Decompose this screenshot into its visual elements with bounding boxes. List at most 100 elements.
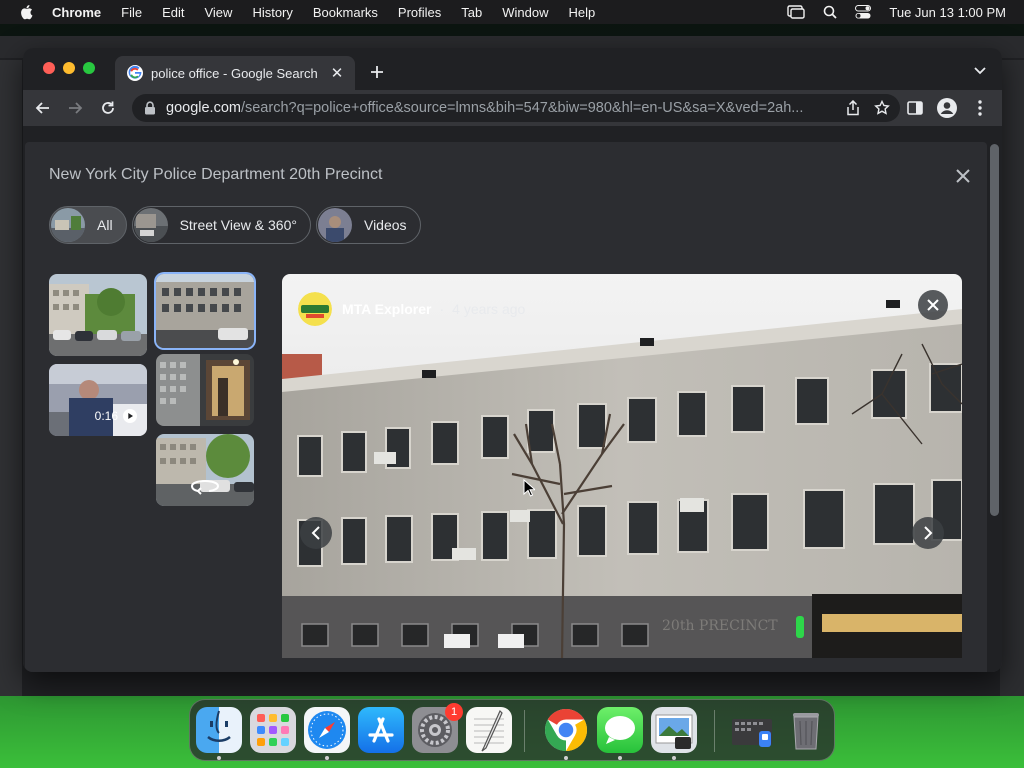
new-tab-button[interactable] — [367, 62, 387, 82]
chevron-right-icon — [924, 526, 933, 540]
dock-running-indicator — [217, 756, 221, 760]
background-window-right-edge — [1000, 60, 1024, 696]
url-path: /search?q=police+office&source=lmns&bih=… — [240, 100, 804, 116]
control-center-icon[interactable] — [855, 5, 872, 19]
dock-textedit-icon[interactable] — [466, 707, 512, 753]
share-icon[interactable] — [846, 100, 860, 116]
dock-safari-icon[interactable] — [304, 707, 350, 753]
chip-videos-thumbnail — [317, 208, 352, 242]
menu-file[interactable]: File — [121, 5, 142, 20]
tab-google-search[interactable]: police office - Google Search ✕ — [115, 56, 355, 90]
url-host: google.com — [166, 100, 241, 116]
dock-preview-icon[interactable] — [651, 707, 697, 753]
page-content: New York City Police Department 20th Pre… — [23, 126, 1002, 672]
minimize-window-button[interactable] — [63, 62, 75, 74]
apple-icon[interactable] — [19, 4, 33, 20]
bookmark-star-icon[interactable] — [874, 100, 890, 116]
lightbox-close-icon[interactable] — [953, 166, 973, 186]
photo-lightbox: New York City Police Department 20th Pre… — [25, 142, 987, 672]
dock-messages-icon[interactable] — [597, 707, 643, 753]
chip-street-view-label: Street View & 360° — [179, 217, 297, 233]
menu-profiles[interactable]: Profiles — [398, 5, 441, 20]
previous-image-button[interactable] — [300, 517, 332, 549]
chrome-window: police office - Google Search ✕ google.c… — [23, 48, 1002, 672]
main-image-viewer[interactable]: 20th PRECINCT MTA Explorer · 4 years ago — [282, 274, 962, 658]
rotate-360-icon — [190, 479, 220, 495]
menu-app-name[interactable]: Chrome — [52, 5, 101, 20]
dock-screenshot-icon[interactable] — [729, 707, 775, 753]
background-window-left-edge — [0, 60, 22, 696]
precinct-building-photo: 20th PRECINCT — [282, 274, 962, 658]
profile-avatar-icon — [937, 98, 957, 118]
chip-all-label: All — [97, 217, 113, 233]
dock: 1 — [189, 699, 835, 761]
attribution-separator: · — [439, 301, 445, 317]
reload-icon — [102, 101, 114, 114]
close-icon — [927, 299, 939, 311]
address-bar[interactable]: google.com/search?q=police+office&source… — [132, 94, 900, 122]
chip-all[interactable]: All — [49, 206, 127, 244]
menu-view[interactable]: View — [204, 5, 232, 20]
chip-videos[interactable]: Videos — [315, 206, 421, 244]
settings-notification-badge: 1 — [445, 703, 463, 721]
menu-history[interactable]: History — [252, 5, 292, 20]
side-panel-icon — [907, 101, 923, 115]
chrome-menu-button[interactable] — [970, 98, 990, 118]
menu-edit[interactable]: Edit — [162, 5, 184, 20]
dock-finder-icon[interactable] — [196, 707, 242, 753]
photo-thumbnail[interactable] — [156, 354, 254, 426]
viewer-attribution: MTA Explorer · 4 years ago — [298, 292, 525, 326]
back-button[interactable] — [33, 98, 53, 118]
kebab-menu-icon — [978, 100, 982, 116]
author-name[interactable]: MTA Explorer — [342, 301, 431, 317]
photo-thumbnail-selected[interactable] — [156, 274, 254, 348]
menu-bookmarks[interactable]: Bookmarks — [313, 5, 378, 20]
zoom-window-button[interactable] — [83, 62, 95, 74]
browser-toolbar: google.com/search?q=police+office&source… — [23, 90, 1002, 126]
menu-help[interactable]: Help — [569, 5, 596, 20]
street-view-thumbnail[interactable] — [156, 434, 254, 506]
chip-all-thumbnail — [51, 208, 85, 242]
dock-chrome-icon[interactable] — [543, 707, 589, 753]
mouse-cursor-icon — [523, 479, 535, 497]
menu-window[interactable]: Window — [502, 5, 548, 20]
dock-running-indicator — [325, 756, 329, 760]
chevron-left-icon — [311, 526, 320, 540]
spotlight-search-icon[interactable] — [823, 5, 838, 19]
viewer-close-button[interactable] — [918, 290, 948, 320]
page-scrollbar[interactable] — [990, 144, 999, 516]
plus-icon — [371, 66, 383, 78]
video-duration: 0:16 — [95, 409, 137, 423]
photo-thumbnail[interactable] — [49, 274, 147, 356]
tab-close-icon[interactable]: ✕ — [329, 65, 345, 82]
menu-clock[interactable]: Tue Jun 13 1:00 PM — [889, 5, 1006, 20]
arrow-left-icon — [35, 102, 49, 114]
play-icon — [123, 409, 137, 423]
dock-app-store-icon[interactable] — [358, 707, 404, 753]
dock-running-indicator — [672, 756, 676, 760]
chip-street-view[interactable]: Street View & 360° — [131, 206, 311, 244]
dock-separator — [524, 710, 525, 752]
next-image-button[interactable] — [912, 517, 944, 549]
photo-filter-chips: All Street View & 360° Videos — [49, 206, 421, 244]
video-thumbnail[interactable]: 0:16 — [49, 364, 147, 436]
close-window-button[interactable] — [43, 62, 55, 74]
arrow-right-icon — [69, 102, 83, 114]
lightbox-title: New York City Police Department 20th Pre… — [49, 166, 383, 183]
screen-mirroring-icon[interactable] — [787, 5, 806, 19]
tab-search-chevron-icon[interactable] — [972, 62, 988, 78]
reload-button[interactable] — [98, 98, 118, 118]
author-avatar[interactable] — [298, 292, 332, 326]
video-duration-label: 0:16 — [94, 409, 118, 423]
menu-bar: Chrome File Edit View History Bookmarks … — [0, 0, 1024, 24]
forward-button[interactable] — [65, 98, 85, 118]
dock-launchpad-icon[interactable] — [250, 707, 296, 753]
dock-system-settings-icon[interactable]: 1 — [412, 703, 463, 753]
menu-tab[interactable]: Tab — [461, 5, 482, 20]
side-panel-button[interactable] — [905, 98, 925, 118]
tab-strip: police office - Google Search ✕ — [23, 48, 1002, 90]
lock-icon[interactable] — [144, 101, 156, 115]
profile-button[interactable] — [937, 98, 957, 118]
dock-trash-icon[interactable] — [783, 707, 829, 753]
google-favicon-icon — [127, 65, 143, 81]
